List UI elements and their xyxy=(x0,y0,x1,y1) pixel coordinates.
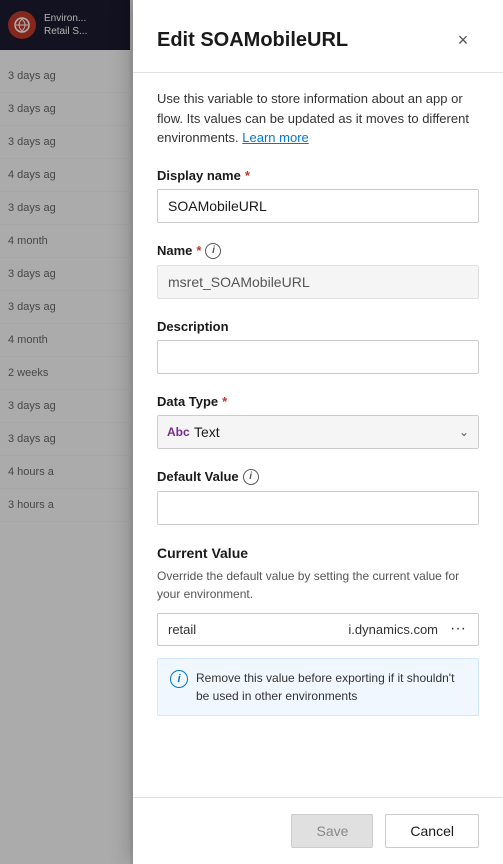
modal-footer: Save Cancel xyxy=(133,797,503,864)
name-readonly: msret_SOAMobileURL xyxy=(157,265,479,299)
default-value-group: Default Value i xyxy=(157,469,479,525)
ellipsis-button[interactable]: ··· xyxy=(446,618,470,640)
learn-more-link[interactable]: Learn more xyxy=(242,130,308,145)
name-info-icon[interactable]: i xyxy=(205,243,221,259)
description-group: Description xyxy=(157,319,479,374)
modal-title: Edit SOAMobileURL xyxy=(157,29,348,52)
default-value-info-icon[interactable]: i xyxy=(243,469,259,485)
description-label: Description xyxy=(157,319,479,334)
default-value-label: Default Value i xyxy=(157,469,479,485)
current-value-desc: Override the default value by setting th… xyxy=(157,567,479,603)
save-button[interactable]: Save xyxy=(291,814,373,848)
modal-description: Use this variable to store information a… xyxy=(157,89,479,148)
required-star: * xyxy=(196,243,201,258)
info-banner-text: Remove this value before exporting if it… xyxy=(196,669,466,705)
modal-header: Edit SOAMobileURL × xyxy=(133,0,503,73)
default-value-input[interactable] xyxy=(157,491,479,525)
display-name-label: Display name * xyxy=(157,168,479,183)
data-type-wrapper: Abc Text Number Boolean DateTime ⌄ xyxy=(157,415,479,449)
abc-icon: Abc xyxy=(167,425,190,439)
name-group: Name * i msret_SOAMobileURL xyxy=(157,243,479,299)
edit-modal: Edit SOAMobileURL × Use this variable to… xyxy=(133,0,503,864)
info-banner-icon: i xyxy=(170,670,188,688)
display-name-group: Display name * xyxy=(157,168,479,223)
modal-body: Use this variable to store information a… xyxy=(133,73,503,797)
data-type-select[interactable]: Text Number Boolean DateTime xyxy=(157,415,479,449)
description-input[interactable] xyxy=(157,340,479,374)
current-value-right: i.dynamics.com xyxy=(348,622,438,637)
close-button[interactable]: × xyxy=(447,24,479,56)
display-name-input[interactable] xyxy=(157,189,479,223)
cancel-button[interactable]: Cancel xyxy=(385,814,479,848)
current-value-section: Current Value Override the default value… xyxy=(157,545,479,716)
info-banner: i Remove this value before exporting if … xyxy=(157,658,479,716)
current-value-left: retail xyxy=(168,622,196,637)
current-value-title: Current Value xyxy=(157,545,479,561)
data-type-label: Data Type * xyxy=(157,394,479,409)
required-star: * xyxy=(222,394,227,409)
current-value-display: retail i.dynamics.com ··· xyxy=(157,613,479,646)
name-label: Name * i xyxy=(157,243,479,259)
required-star: * xyxy=(245,168,250,183)
data-type-group: Data Type * Abc Text Number Boolean Date… xyxy=(157,394,479,449)
